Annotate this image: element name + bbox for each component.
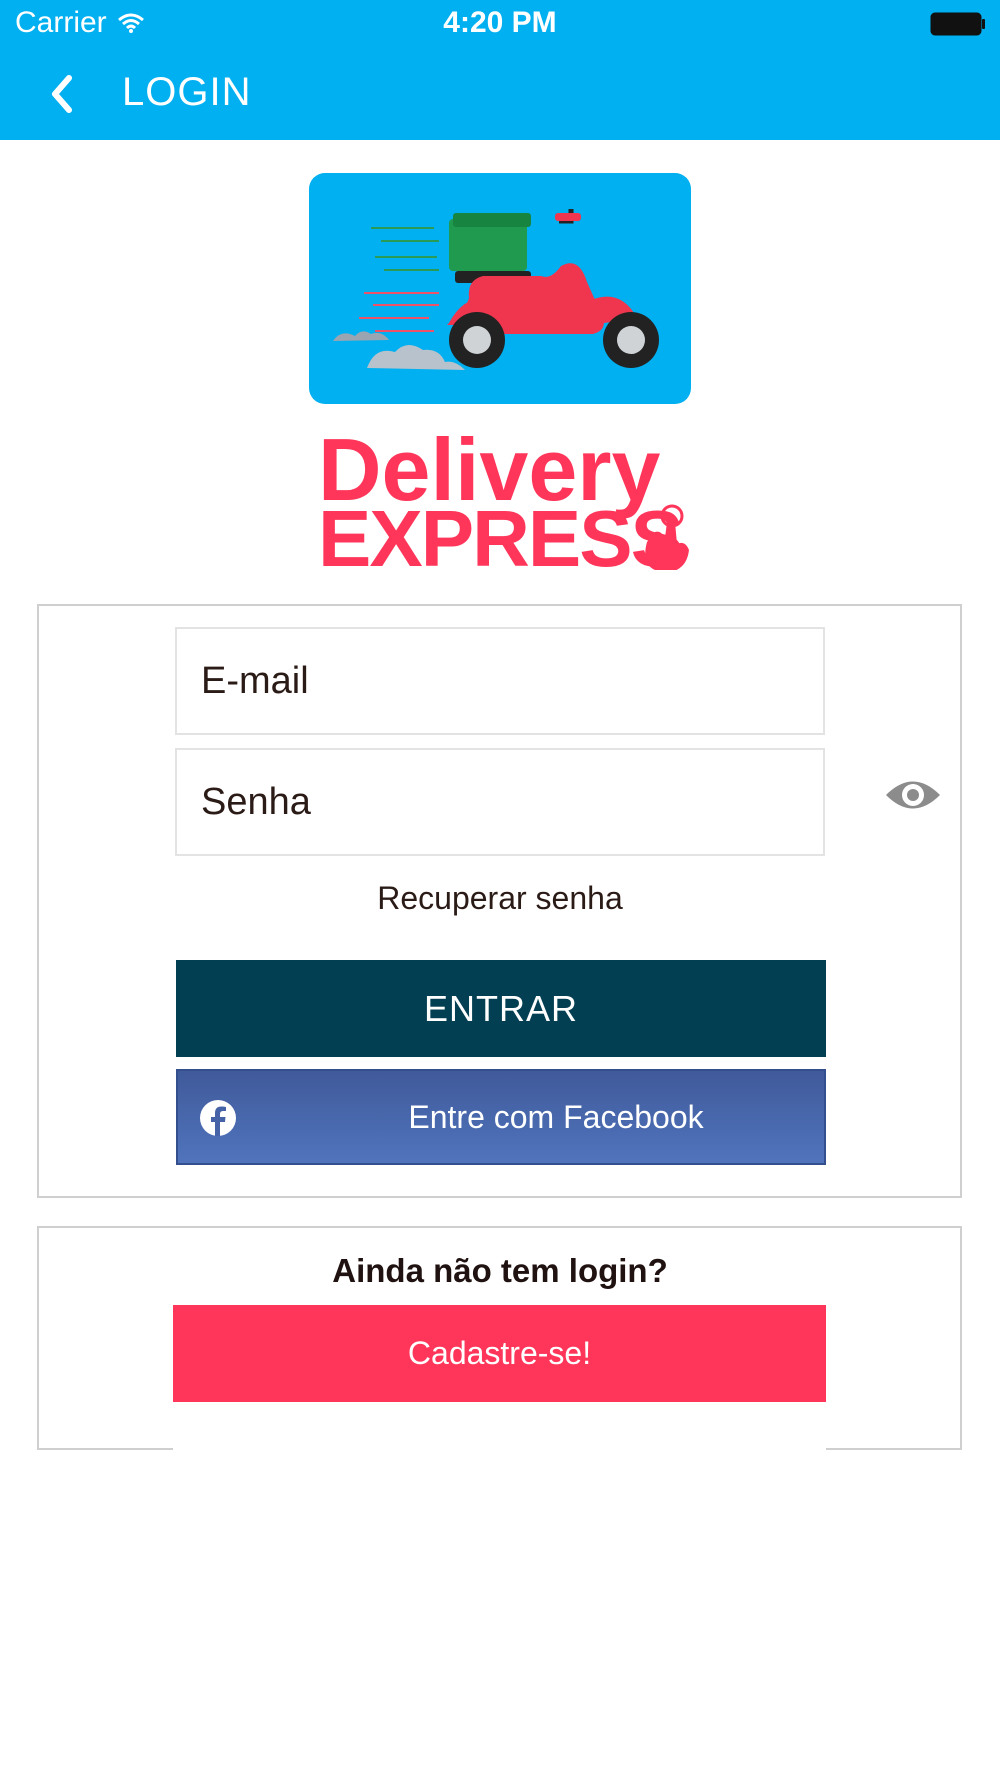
- email-placeholder: E-mail: [201, 659, 309, 702]
- enter-button[interactable]: ENTRAR: [176, 960, 826, 1057]
- facebook-label: Entre com Facebook: [408, 1098, 704, 1135]
- email-field[interactable]: E-mail: [175, 627, 825, 735]
- status-time: 4:20 PM: [443, 6, 557, 39]
- brand-wordmark: Delivery EXPRESS: [318, 420, 689, 570]
- battery-icon: [930, 12, 985, 36]
- signup-question: Ainda não tem login?: [332, 1252, 668, 1289]
- brand-line-2: EXPRESS: [318, 494, 682, 570]
- app-logo: [309, 173, 691, 404]
- facebook-login-button[interactable]: Entre com Facebook: [176, 1069, 826, 1165]
- password-placeholder: Senha: [201, 780, 311, 823]
- back-button[interactable]: [34, 66, 90, 122]
- scooter-logo: [333, 209, 659, 370]
- page-title: LOGIN: [122, 70, 252, 114]
- signup-button[interactable]: Cadastre-se!: [173, 1305, 826, 1402]
- recover-password-link[interactable]: Recuperar senha: [175, 880, 825, 917]
- password-field[interactable]: Senha: [175, 748, 825, 856]
- signup-card-gap: [173, 1402, 826, 1454]
- back-chevron-icon: [52, 75, 72, 113]
- eye-icon: [886, 781, 940, 809]
- navigation-header: Carrier 4:20 PM LOGIN: [0, 0, 1000, 140]
- show-password-button[interactable]: [882, 770, 944, 820]
